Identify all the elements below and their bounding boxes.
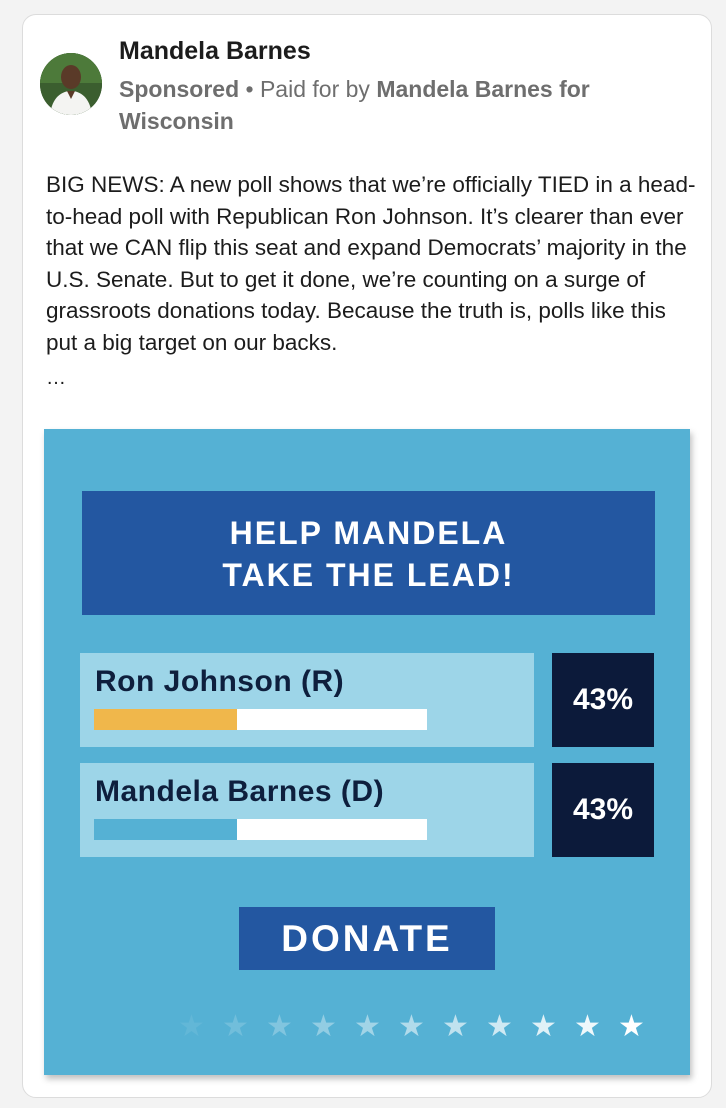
ad-creative[interactable]: HELP MANDELA TAKE THE LEAD! Ron Johnson … [44,429,690,1075]
percent-badge-johnson: 43% [552,653,654,747]
star-icon: ★ [530,1010,557,1043]
star-icon: ★ [398,1010,425,1043]
poll-bar [94,819,427,840]
candidate-name: Ron Johnson (R) [95,665,345,698]
decorative-stars: ★ ★ ★ ★ ★ ★ ★ ★ ★ ★ ★ [178,1009,648,1045]
author-name[interactable]: Mandela Barnes [119,37,311,66]
star-icon: ★ [178,1010,205,1043]
meta-separator: • [239,76,260,102]
avatar-photo-icon [40,53,102,115]
poll-row-johnson: Ron Johnson (R) [80,653,534,747]
star-icon: ★ [310,1010,337,1043]
poll-bar-fill [94,819,238,840]
ad-headline: HELP MANDELA TAKE THE LEAD! [82,491,655,615]
donate-button[interactable]: DONATE [239,907,495,970]
star-icon: ★ [266,1010,293,1043]
star-icon: ★ [222,1010,249,1043]
headline-line-2: TAKE THE LEAD! [222,557,515,593]
post-body-text: BIG NEWS: A new poll shows that we’re of… [46,172,696,355]
percent-badge-barnes: 43% [552,763,654,857]
poll-bar [94,709,427,730]
author-avatar[interactable] [40,53,102,115]
paid-for-prefix: Paid for by [259,76,377,102]
sponsored-post-card: Mandela Barnes Sponsored • Paid for by M… [22,14,712,1098]
candidate-name: Mandela Barnes (D) [95,775,385,808]
poll-bar-fill [94,709,238,730]
sponsored-label: Sponsored [119,76,240,102]
star-icon: ★ [486,1010,513,1043]
star-icon: ★ [618,1010,645,1043]
poll-row-barnes: Mandela Barnes (D) [80,763,534,857]
headline-line-1: HELP MANDELA [229,515,508,551]
star-icon: ★ [442,1010,469,1043]
post-meta: Sponsored • Paid for by Mandela Barnes f… [119,73,679,137]
star-icon: ★ [354,1010,381,1043]
see-more-ellipsis[interactable]: … [46,367,66,390]
star-icon: ★ [574,1010,601,1043]
